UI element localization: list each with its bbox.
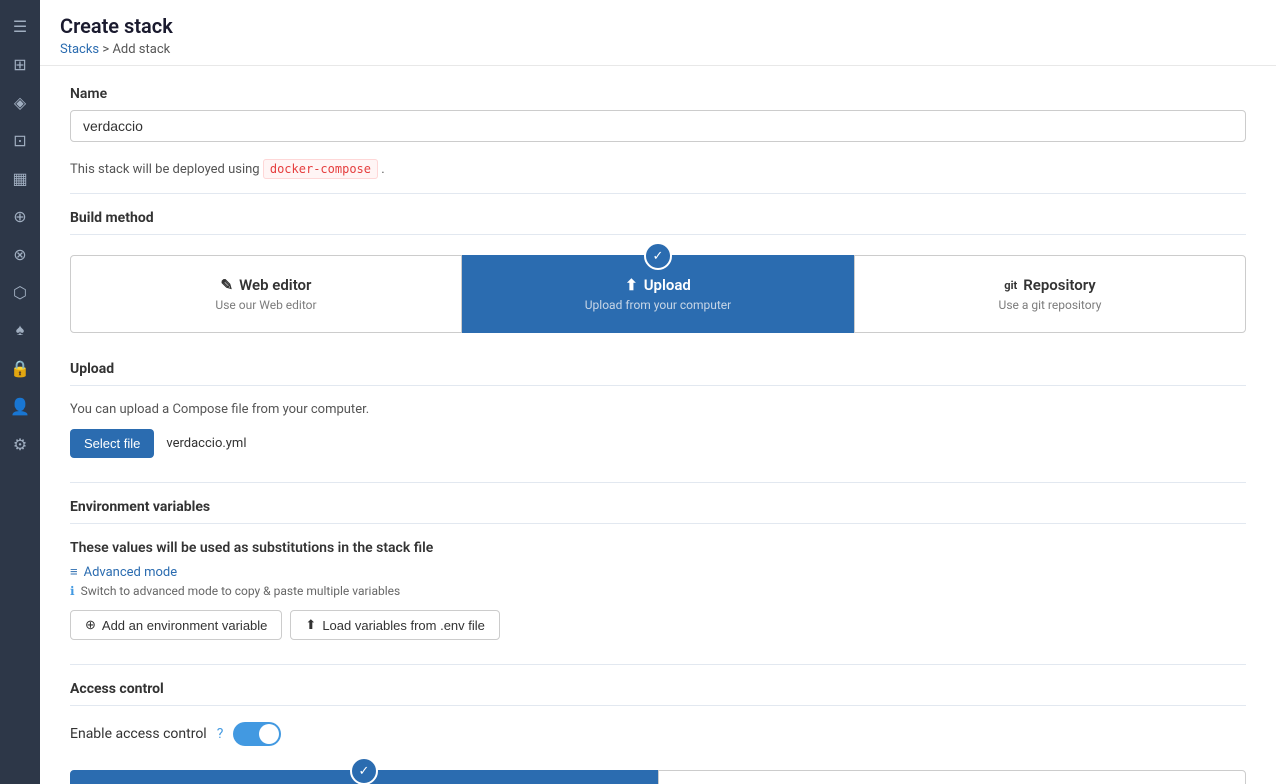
sidebar-icon-users[interactable]: 👤 [2, 388, 38, 424]
stack-info-text: This stack will be deployed using docker… [70, 162, 1246, 177]
page-header: Create stack Stacks > Add stack [40, 0, 1276, 66]
upload-description: You can upload a Compose file from your … [70, 402, 1246, 417]
upload-title: ⬆ Upload [479, 276, 837, 294]
toggle-row: Enable access control ? [70, 722, 1246, 746]
build-method-cards: ✎ Web editor Use our Web editor ✓ ⬆ Uplo… [70, 255, 1246, 333]
breadcrumb-separator: > [102, 42, 109, 57]
sidebar-icon-images[interactable]: ⊕ [2, 198, 38, 234]
stack-info-period: . [381, 162, 384, 177]
add-env-label: Add an environment variable [102, 618, 268, 633]
select-file-button[interactable]: Select file [70, 429, 154, 458]
breadcrumb-stacks-link[interactable]: Stacks [60, 42, 99, 57]
breadcrumb: Stacks > Add stack [60, 42, 1256, 57]
env-description: These values will be used as substitutio… [70, 540, 1246, 556]
build-method-section-header: Build method [70, 210, 1246, 235]
advanced-mode-icon: ≡ [70, 564, 78, 580]
form-content: Name This stack will be deployed using d… [40, 66, 1276, 784]
advanced-mode-link[interactable]: ≡ Advanced mode [70, 564, 1246, 580]
sidebar-icon-dashboard[interactable]: ⊞ [2, 46, 38, 82]
access-card-administrators[interactable]: ✓ 👥 Administrators I want to restrict th… [70, 770, 658, 784]
sidebar-icon-configs[interactable]: ♠ [2, 312, 38, 348]
administrators-check-badge: ✓ [350, 757, 378, 784]
build-method-web-editor[interactable]: ✎ Web editor Use our Web editor [70, 255, 462, 333]
sidebar: ☰ ⊞ ◈ ⊡ ▦ ⊕ ⊗ ⬡ ♠ 🔒 👤 ⚙ [0, 0, 40, 784]
sidebar-icon-secrets[interactable]: 🔒 [2, 350, 38, 386]
web-editor-subtitle: Use our Web editor [87, 298, 445, 312]
info-icon: ℹ [70, 584, 75, 598]
name-input[interactable] [70, 110, 1246, 142]
add-env-icon: ⊕ [85, 617, 96, 633]
access-control-header: Access control [70, 681, 1246, 706]
add-env-variable-button[interactable]: ⊕ Add an environment variable [70, 610, 282, 640]
access-control-section: Access control Enable access control ? ✓… [70, 681, 1246, 784]
repository-subtitle: Use a git repository [871, 298, 1229, 312]
help-icon[interactable]: ? [217, 726, 224, 742]
sidebar-icon-containers[interactable]: ▦ [2, 160, 38, 196]
selected-file-name: verdaccio.yml [166, 436, 246, 451]
load-env-label: Load variables from .env file [322, 618, 485, 633]
file-upload-row: Select file verdaccio.yml [70, 429, 1246, 458]
web-editor-title: ✎ Web editor [87, 276, 445, 294]
build-method-repository[interactable]: git Repository Use a git repository [854, 255, 1246, 333]
stack-info-label: This stack will be deployed using [70, 162, 260, 177]
git-icon: git [1004, 279, 1017, 292]
load-env-icon: ⬆ [305, 617, 316, 633]
load-env-file-button[interactable]: ⬆ Load variables from .env file [290, 610, 500, 640]
env-variables-section: Environment variables These values will … [70, 499, 1246, 640]
access-card-restricted[interactable]: 👥 Restricted I want to restrict the mana… [658, 770, 1246, 784]
name-label: Name [70, 86, 1246, 102]
sidebar-icon-services[interactable]: ⊡ [2, 122, 38, 158]
docker-compose-tag: docker-compose [263, 159, 378, 179]
upload-subtitle: Upload from your computer [479, 298, 837, 312]
upload-icon: ⬆ [625, 276, 638, 294]
name-form-group: Name [70, 86, 1246, 142]
divider-access [70, 664, 1246, 665]
access-cards: ✓ 👥 Administrators I want to restrict th… [70, 770, 1246, 784]
upload-section-header: Upload [70, 361, 1246, 386]
divider-env [70, 482, 1246, 483]
switch-text-label: Switch to advanced mode to copy & paste … [81, 584, 401, 598]
toggle-thumb [259, 724, 279, 744]
main-content: Create stack Stacks > Add stack Name Thi… [40, 0, 1276, 784]
env-section-header: Environment variables [70, 499, 1246, 524]
divider-build-method [70, 193, 1246, 194]
upload-check-badge: ✓ [644, 242, 672, 270]
web-editor-icon: ✎ [221, 276, 234, 294]
sidebar-icon-volumes[interactable]: ⬡ [2, 274, 38, 310]
breadcrumb-current: Add stack [112, 42, 170, 57]
switch-text-row: ℹ Switch to advanced mode to copy & past… [70, 584, 1246, 598]
enable-access-control-label: Enable access control [70, 726, 207, 742]
upload-section: Upload You can upload a Compose file fro… [70, 361, 1246, 458]
build-method-upload[interactable]: ✓ ⬆ Upload Upload from your computer [462, 255, 854, 333]
sidebar-icon-menu[interactable]: ☰ [2, 8, 38, 44]
page-title: Create stack [60, 14, 1256, 38]
repository-title: git Repository [871, 276, 1229, 294]
env-buttons-row: ⊕ Add an environment variable ⬆ Load var… [70, 610, 1246, 640]
sidebar-icon-stacks[interactable]: ◈ [2, 84, 38, 120]
sidebar-icon-networks[interactable]: ⊗ [2, 236, 38, 272]
sidebar-icon-settings[interactable]: ⚙ [2, 426, 38, 462]
advanced-mode-label: Advanced mode [84, 565, 178, 580]
access-control-toggle[interactable] [233, 722, 281, 746]
toggle-track [233, 722, 281, 746]
